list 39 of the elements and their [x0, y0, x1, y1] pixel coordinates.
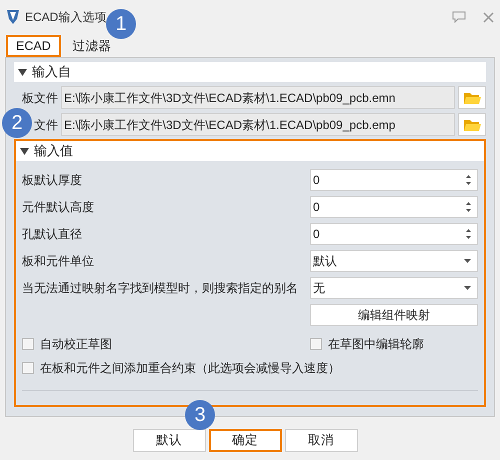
dropdown-field[interactable]: 默认 [310, 250, 478, 272]
file-label: 板文件 [22, 90, 58, 106]
file-path-field[interactable]: E:\陈小康工作文件\3D文件\ECAD素材\1.ECAD\pb09_pcb.emn [61, 86, 455, 109]
section-title: 输入自 [32, 63, 71, 82]
caret-icon[interactable] [464, 286, 471, 290]
collapse-triangle-icon[interactable] [18, 68, 27, 76]
spin-arrows-icon[interactable] [466, 174, 471, 186]
section-title: 输入值 [34, 142, 73, 160]
tab[interactable]: ECAD [6, 35, 61, 57]
edit-mapping-button[interactable]: 编辑组件映射 [310, 304, 478, 326]
caret-icon[interactable] [464, 259, 471, 263]
window-title: ECAD输入选项 [25, 9, 106, 26]
field-label: 元件默认高度 [22, 199, 95, 216]
callout-badge: 1 [106, 9, 136, 39]
checkbox[interactable] [22, 362, 34, 374]
dialog-button[interactable]: 默认 [132, 429, 206, 452]
spin-arrows-icon[interactable] [466, 201, 471, 213]
field-label: 孔默认直径 [22, 226, 83, 243]
app-logo-icon [6, 9, 20, 25]
folder-icon [463, 118, 481, 132]
checkbox-label: 在草图中编辑轮廓 [328, 336, 424, 352]
dropdown-field[interactable]: 无 [310, 277, 478, 299]
checkbox[interactable] [310, 338, 322, 350]
checkbox[interactable] [22, 338, 34, 350]
checkbox-label: 在板和元件之间添加重合约束（此选项会减慢导入速度） [40, 360, 340, 376]
field-label: 板默认厚度 [22, 172, 83, 189]
dialog-button[interactable]: 确定 [208, 429, 282, 452]
spin-field[interactable]: 0 [310, 169, 478, 191]
file-path-field[interactable]: E:\陈小康工作文件\3D文件\ECAD素材\1.ECAD\pb09_pcb.emp [61, 113, 455, 136]
spin-field[interactable]: 0 [310, 223, 478, 245]
file-label: 文件 [34, 116, 58, 134]
field-label: 当无法通过映射名字找到模型时，则搜索指定的别名 [22, 280, 299, 297]
checkbox-label: 自动校正草图 [40, 336, 112, 352]
spin-field[interactable]: 0 [310, 196, 478, 218]
collapse-triangle-icon[interactable] [20, 147, 29, 155]
dialog-button[interactable]: 取消 [284, 429, 358, 452]
field-label: 板和元件单位 [22, 253, 95, 270]
folder-icon [463, 90, 481, 104]
spin-arrows-icon[interactable] [466, 228, 471, 240]
